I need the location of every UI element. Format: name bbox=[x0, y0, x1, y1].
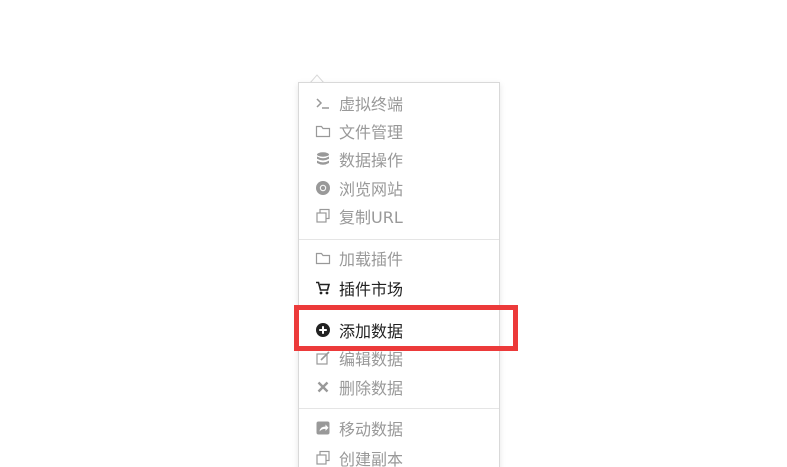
edit-icon bbox=[315, 350, 331, 366]
menu-item-label: 移动数据 bbox=[339, 420, 404, 439]
menu-item-data-operation[interactable]: 数据操作 bbox=[299, 145, 499, 173]
menu-item-virtual-terminal[interactable]: 虚拟终端 bbox=[299, 89, 499, 117]
menu-item-browse-site[interactable]: 浏览网站 bbox=[299, 174, 499, 202]
menu-item-delete-data[interactable]: 删除数据 bbox=[299, 373, 499, 401]
menu-item-label: 浏览网站 bbox=[339, 180, 404, 199]
copy-icon bbox=[315, 208, 331, 224]
cart-icon bbox=[315, 280, 331, 296]
menu-item-label: 创建副本 bbox=[339, 450, 404, 467]
menu-item-label: 删除数据 bbox=[339, 379, 404, 398]
menu-item-label: 插件市场 bbox=[339, 280, 404, 299]
close-icon bbox=[315, 379, 331, 395]
share-icon bbox=[315, 420, 331, 436]
menu-item-file-manager[interactable]: 文件管理 bbox=[299, 117, 499, 145]
menu-item-label: 添加数据 bbox=[339, 322, 404, 341]
menu-item-label: 文件管理 bbox=[339, 123, 404, 142]
database-icon bbox=[315, 151, 331, 167]
menu-item-label: 加载插件 bbox=[339, 250, 404, 269]
menu-divider bbox=[299, 408, 499, 409]
menu-divider bbox=[299, 239, 499, 240]
plus-circle-icon bbox=[315, 322, 331, 338]
context-menu: 虚拟终端 文件管理 数据操作 浏览网站 复制URL 加载插件 插件市场 添加数据… bbox=[298, 82, 500, 467]
menu-item-copy-url[interactable]: 复制URL bbox=[299, 202, 499, 230]
menu-item-create-copy[interactable]: 创建副本 bbox=[299, 444, 499, 467]
folder-icon bbox=[315, 123, 331, 139]
copy-icon bbox=[315, 450, 331, 466]
chrome-icon bbox=[315, 180, 331, 196]
screen: 虚拟终端 文件管理 数据操作 浏览网站 复制URL 加载插件 插件市场 添加数据… bbox=[0, 0, 787, 467]
menu-item-edit-data[interactable]: 编辑数据 bbox=[299, 344, 499, 372]
menu-item-label: 编辑数据 bbox=[339, 350, 404, 369]
folder-icon bbox=[315, 250, 331, 266]
menu-item-move-data[interactable]: 移动数据 bbox=[299, 414, 499, 442]
terminal-icon bbox=[315, 95, 331, 111]
menu-item-load-plugin[interactable]: 加载插件 bbox=[299, 244, 499, 272]
menu-item-plugin-market[interactable]: 插件市场 bbox=[299, 274, 499, 302]
menu-item-add-data[interactable]: 添加数据 bbox=[299, 316, 499, 344]
menu-item-label: 虚拟终端 bbox=[339, 95, 404, 114]
menu-item-label: 数据操作 bbox=[339, 151, 404, 170]
menu-item-label: 复制URL bbox=[339, 208, 403, 227]
